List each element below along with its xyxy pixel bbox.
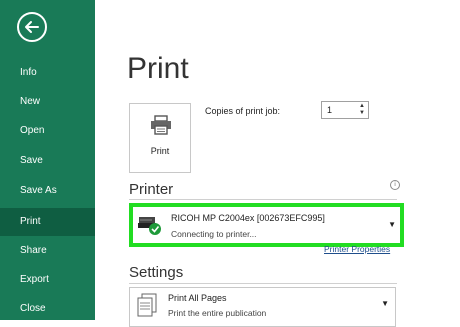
- printer-divider: [129, 199, 397, 200]
- backstage-sidebar: Info New Open Save Save As Print Share E…: [0, 0, 95, 320]
- info-icon[interactable]: i: [390, 180, 400, 190]
- copies-value: 1: [327, 105, 333, 115]
- chevron-up-icon[interactable]: ▲: [358, 103, 366, 110]
- print-button-label: Print: [150, 146, 170, 156]
- copies-stepper[interactable]: 1 ▲ ▼: [321, 101, 369, 119]
- printer-dropdown[interactable]: RICOH MP C2004ex [002673EFC995] Connecti…: [129, 203, 404, 247]
- printer-status: Connecting to printer...: [171, 229, 257, 239]
- sidebar-item-export[interactable]: Export: [0, 267, 95, 293]
- print-pages-dropdown[interactable]: Print All Pages Print the entire publica…: [129, 287, 396, 327]
- printer-ready-icon: [138, 217, 161, 235]
- sidebar-item-save[interactable]: Save: [0, 148, 95, 174]
- pages-icon: [137, 293, 157, 317]
- printer-properties-link[interactable]: Printer Properties: [324, 244, 390, 254]
- stepper-arrows[interactable]: ▲ ▼: [358, 103, 366, 117]
- arrow-left-icon: [25, 21, 39, 33]
- print-pages-description: Print the entire publication: [168, 308, 267, 318]
- print-pages-option: Print All Pages: [168, 293, 227, 303]
- back-button[interactable]: [17, 12, 47, 42]
- sidebar-item-save-as[interactable]: Save As: [0, 178, 95, 204]
- sidebar-item-close[interactable]: Close: [0, 296, 95, 322]
- printer-section-title: Printer: [129, 181, 174, 198]
- print-button[interactable]: Print: [129, 103, 191, 173]
- printer-icon: [151, 115, 171, 135]
- sidebar-item-open[interactable]: Open: [0, 118, 95, 144]
- sidebar-item-new[interactable]: New: [0, 89, 95, 115]
- settings-divider: [129, 283, 397, 284]
- caret-down-icon[interactable]: ▼: [381, 299, 389, 308]
- chevron-down-icon[interactable]: ▼: [358, 110, 366, 117]
- print-panel: Print Print Copies of print job: 1 ▲ ▼ P…: [95, 0, 460, 327]
- printer-name: RICOH MP C2004ex [002673EFC995]: [171, 213, 325, 223]
- sidebar-item-info[interactable]: Info: [0, 60, 95, 86]
- copies-label: Copies of print job:: [205, 106, 281, 116]
- sidebar-item-share[interactable]: Share: [0, 238, 95, 264]
- caret-down-icon[interactable]: ▼: [388, 220, 396, 229]
- sidebar-item-print[interactable]: Print: [0, 208, 95, 236]
- page-title: Print: [127, 52, 189, 85]
- settings-section-title: Settings: [129, 264, 184, 281]
